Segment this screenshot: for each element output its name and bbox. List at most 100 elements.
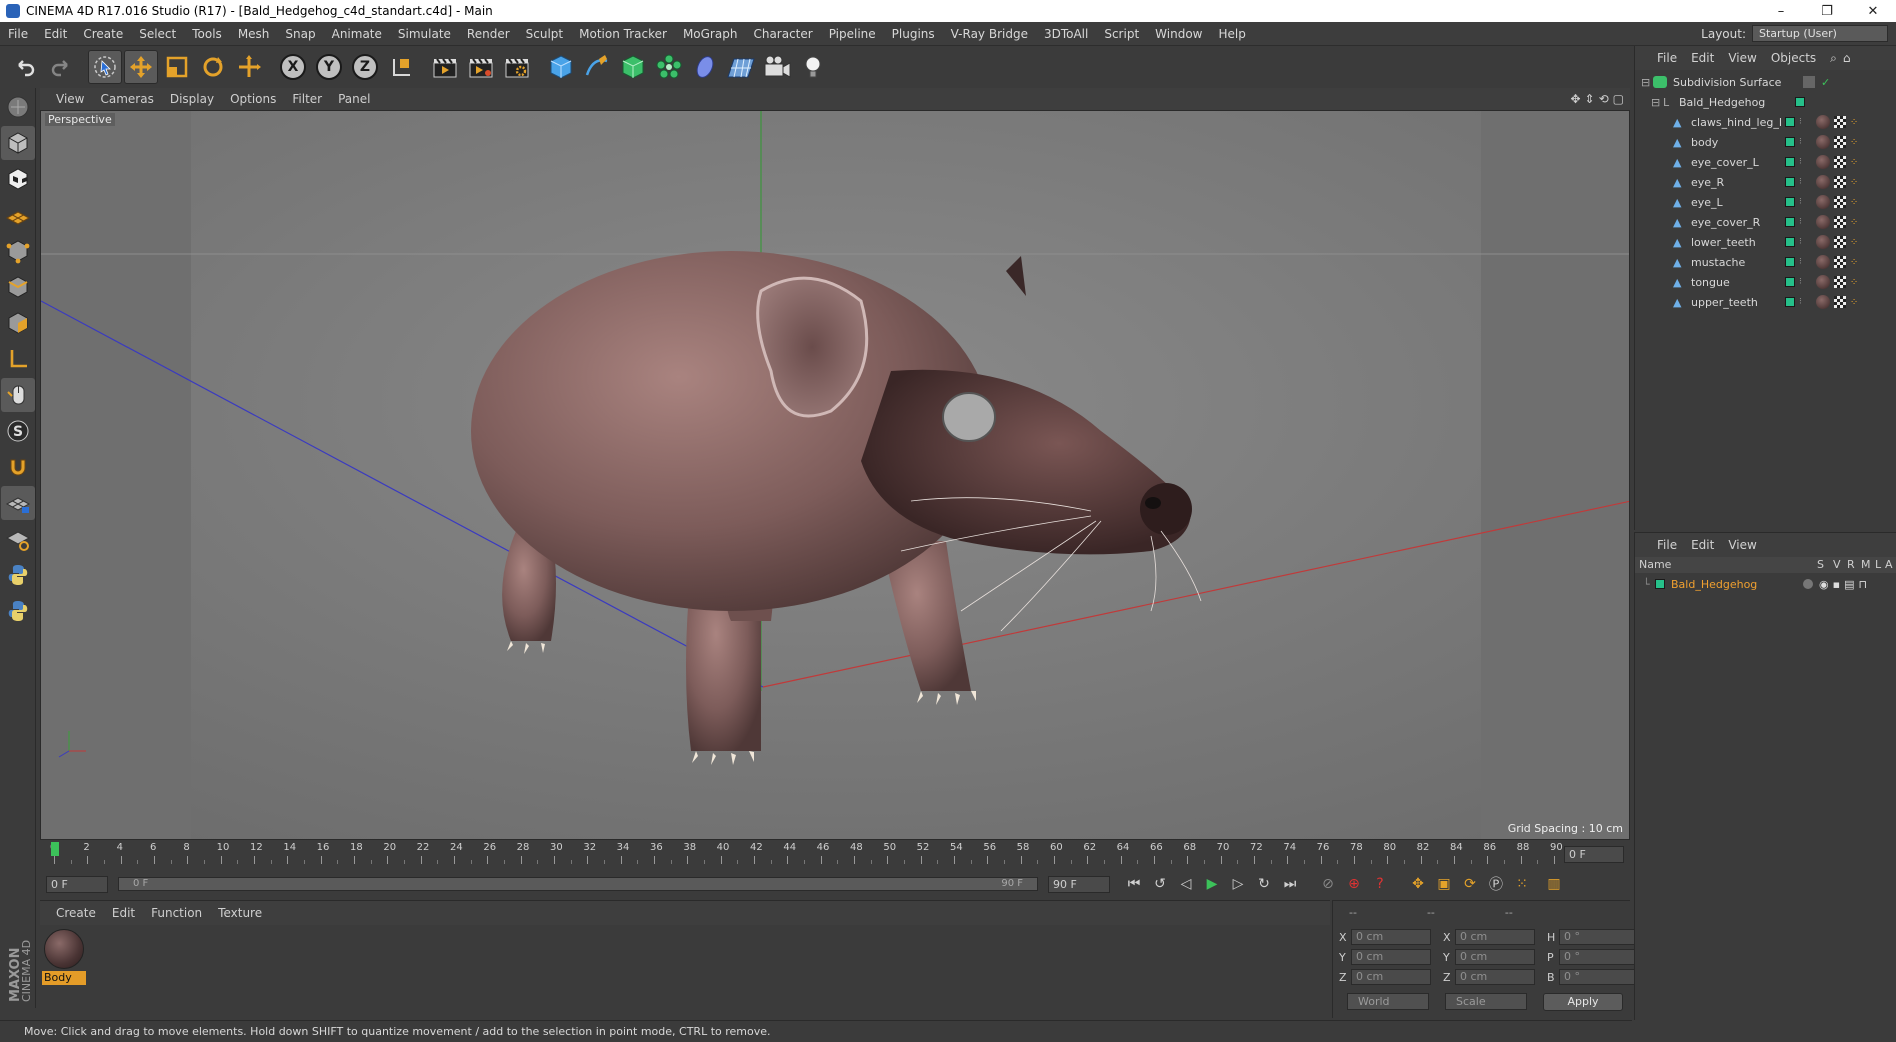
viewport-menu-panel[interactable]: Panel — [338, 92, 370, 106]
layer-color-icon[interactable] — [1785, 297, 1795, 307]
workplane-mode-button[interactable] — [1, 198, 35, 232]
x-axis-lock-button[interactable]: X — [276, 50, 310, 84]
menu-select[interactable]: Select — [131, 27, 184, 41]
current-frame-field[interactable]: 0 F — [1564, 846, 1624, 863]
viewport-menu-filter[interactable]: Filter — [292, 92, 322, 106]
uvw-tag-icon[interactable] — [1833, 276, 1846, 288]
add-spline-button[interactable] — [580, 50, 614, 84]
layer-color-icon[interactable] — [1785, 117, 1795, 127]
menu-3dtoall[interactable]: 3DToAll — [1036, 27, 1096, 41]
menu-mograph[interactable]: MoGraph — [675, 27, 746, 41]
model-mode-button[interactable] — [1, 126, 35, 160]
phong-tag-icon[interactable]: ⁘ — [1850, 157, 1858, 168]
material-tag-icon[interactable] — [1815, 235, 1830, 249]
phong-tag-icon[interactable]: ⁘ — [1850, 217, 1858, 228]
layout-select[interactable]: Startup (User) — [1752, 25, 1888, 42]
layer-lock-icon[interactable]: ⊓ — [1858, 578, 1867, 591]
phong-tag-icon[interactable]: ⁘ — [1850, 197, 1858, 208]
toggle-layout-icon[interactable]: ▢ — [1613, 92, 1624, 106]
dolly-view-icon[interactable]: ⇕ — [1585, 92, 1595, 106]
uvw-tag-icon[interactable] — [1833, 156, 1846, 168]
phong-tag-icon[interactable]: ⁘ — [1850, 277, 1858, 288]
menu-snap[interactable]: Snap — [277, 27, 323, 41]
material-tag-icon[interactable] — [1815, 215, 1830, 229]
material-swatch-body[interactable]: Body — [42, 927, 86, 985]
layer-color-icon[interactable] — [1785, 137, 1795, 147]
add-deformer-button[interactable] — [688, 50, 722, 84]
texture-mode-button[interactable] — [1, 162, 35, 196]
planar-workplane-button[interactable] — [1, 522, 35, 556]
layer-menu-view[interactable]: View — [1728, 538, 1756, 552]
go-to-end-icon[interactable]: ⏭ — [1278, 873, 1302, 895]
material-tag-icon[interactable] — [1815, 255, 1830, 269]
keyframe-selection-icon[interactable]: ? — [1368, 873, 1392, 895]
object-row-lower-teeth[interactable]: ▲ lower_teeth ⁝ ⁘ — [1635, 232, 1896, 252]
move-tool-button[interactable] — [124, 50, 158, 84]
live-selection-button[interactable] — [88, 50, 122, 84]
snap-button[interactable]: S — [1, 414, 35, 448]
material-tag-icon[interactable] — [1815, 115, 1830, 129]
layer-render-icon[interactable]: ▪ — [1833, 578, 1840, 591]
enabled-check-icon[interactable]: ✓ — [1821, 76, 1830, 89]
uvw-tag-icon[interactable] — [1833, 256, 1846, 268]
object-menu-view[interactable]: View — [1728, 51, 1756, 65]
coordinate-space-select[interactable]: World — [1347, 993, 1429, 1010]
key-rotation-icon[interactable]: ⟳ — [1458, 873, 1482, 895]
viewport-menu-view[interactable]: View — [56, 92, 84, 106]
visibility-dots-icon[interactable]: ⁝ — [1799, 197, 1802, 207]
phong-tag-icon[interactable]: ⁘ — [1850, 237, 1858, 248]
object-menu-objects[interactable]: Objects — [1771, 51, 1816, 65]
lock-workplane-button[interactable] — [1, 486, 35, 520]
viewport-menu-cameras[interactable]: Cameras — [100, 92, 153, 106]
perspective-viewport[interactable]: Perspective Grid Spacing : 10 cm — [40, 110, 1630, 840]
visibility-dots-icon[interactable]: ⁝ — [1799, 237, 1802, 247]
start-frame-field[interactable]: 0 F — [46, 875, 108, 893]
viewport-menu-display[interactable]: Display — [170, 92, 214, 106]
menu-script[interactable]: Script — [1096, 27, 1147, 41]
rotation-b-field[interactable]: 0 ° — [1559, 969, 1639, 985]
material-tag-icon[interactable] — [1815, 295, 1830, 309]
object-row-eye-r[interactable]: ▲ eye_R ⁝ ⁘ — [1635, 172, 1896, 192]
redo-button[interactable] — [44, 50, 78, 84]
visibility-dots-icon[interactable]: ⁝ — [1799, 177, 1802, 187]
menu-help[interactable]: Help — [1210, 27, 1253, 41]
add-camera-button[interactable] — [760, 50, 794, 84]
material-tag-icon[interactable] — [1815, 135, 1830, 149]
object-row-claws-hind-leg-l[interactable]: ▲ claws_hind_leg_L ⁝ ⁘ — [1635, 112, 1896, 132]
timeline-ruler[interactable]: 0246810121416182022242628303234363840424… — [40, 840, 1630, 870]
undo-button[interactable] — [8, 50, 42, 84]
range-slider[interactable]: 0 F 90 F — [118, 877, 1038, 891]
uvw-tag-icon[interactable] — [1833, 196, 1846, 208]
object-row-eye-l[interactable]: ▲ eye_L ⁝ ⁘ — [1635, 192, 1896, 212]
render-picture-viewer-button[interactable] — [464, 50, 498, 84]
size-z-field[interactable]: 0 cm — [1455, 969, 1535, 985]
add-light-button[interactable] — [796, 50, 830, 84]
layer-color-icon[interactable] — [1785, 237, 1795, 247]
visibility-dots-icon[interactable]: ⁝ — [1799, 297, 1802, 307]
visibility-dots-icon[interactable]: ⁝ — [1799, 137, 1802, 147]
add-floor-button[interactable] — [724, 50, 758, 84]
points-mode-button[interactable] — [1, 234, 35, 268]
phong-tag-icon[interactable]: ⁘ — [1850, 177, 1858, 188]
object-row-eye-cover-r[interactable]: ▲ eye_cover_R ⁝ ⁘ — [1635, 212, 1896, 232]
scale-tool-button[interactable] — [160, 50, 194, 84]
play-icon[interactable]: ▶ — [1200, 873, 1224, 895]
add-generator-button[interactable] — [616, 50, 650, 84]
visibility-dots-icon[interactable]: ⁝ — [1799, 257, 1802, 267]
layer-visible-icon[interactable]: ◉ — [1819, 578, 1829, 591]
menu-mesh[interactable]: Mesh — [230, 27, 278, 41]
menu-simulate[interactable]: Simulate — [390, 27, 459, 41]
menu-render[interactable]: Render — [459, 27, 518, 41]
object-row-bald-hedgehog[interactable]: ⊟ L Bald_Hedgehog — [1635, 92, 1896, 112]
uvw-tag-icon[interactable] — [1833, 136, 1846, 148]
edges-mode-button[interactable] — [1, 270, 35, 304]
make-editable-button[interactable] — [1, 90, 35, 124]
object-row-subdivision-surface[interactable]: ⊟ Subdivision Surface ✓ — [1635, 72, 1896, 92]
material-menu-function[interactable]: Function — [151, 906, 202, 920]
apply-button[interactable]: Apply — [1543, 993, 1623, 1011]
add-cube-button[interactable] — [544, 50, 578, 84]
layer-solo-icon[interactable] — [1803, 579, 1813, 589]
collapse-icon[interactable]: ⊟ — [1641, 76, 1653, 89]
transform-tool-button[interactable] — [232, 50, 266, 84]
viewport-menu-options[interactable]: Options — [230, 92, 276, 106]
